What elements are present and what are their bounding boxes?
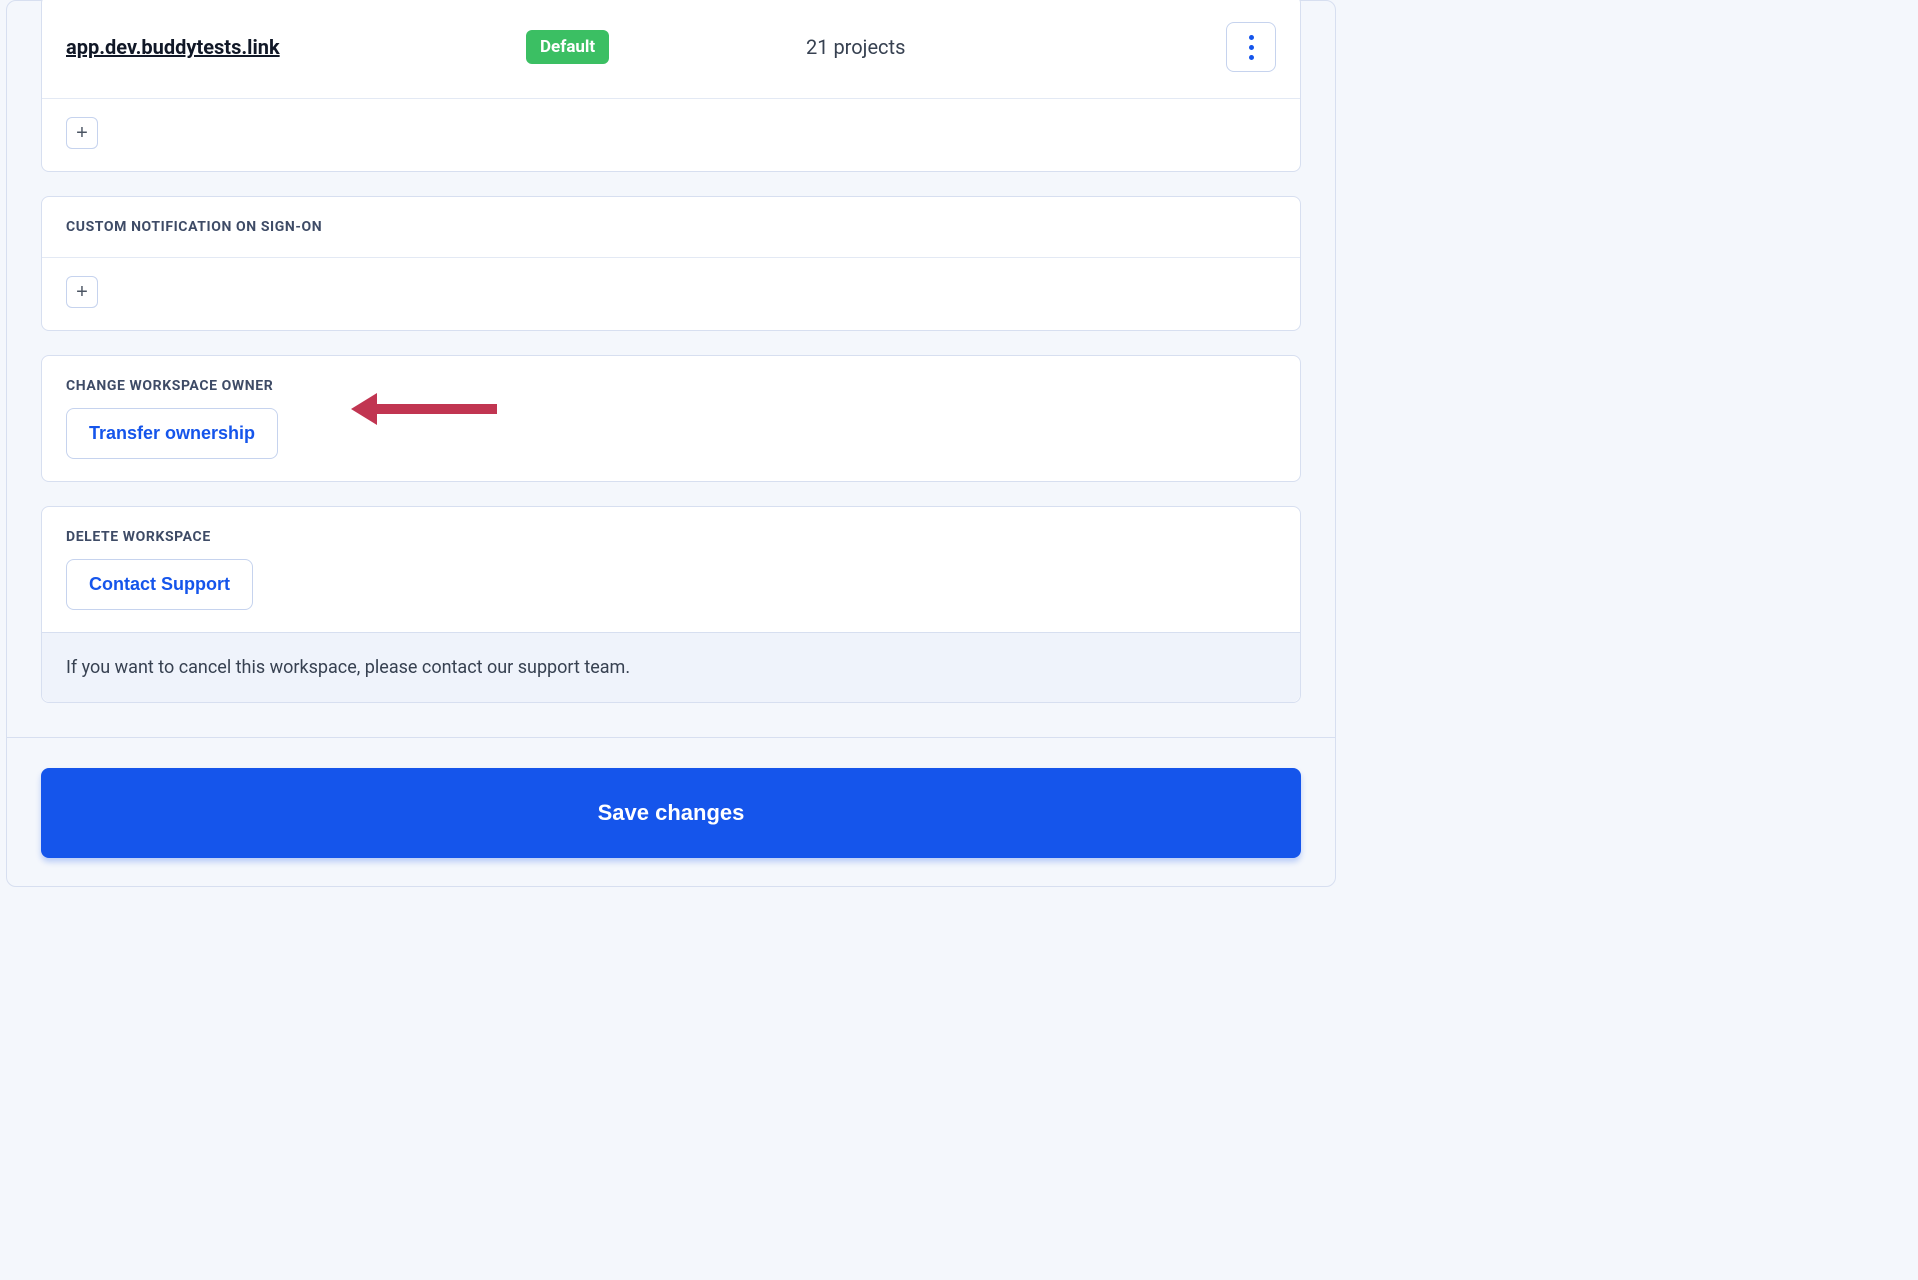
- custom-notification-card: CUSTOM NOTIFICATION ON SIGN-ON +: [41, 196, 1301, 331]
- projects-count: 21 projects: [806, 35, 1186, 59]
- plus-icon: +: [76, 122, 88, 145]
- domains-card: app.dev.buddytests.link Default 21 proje…: [41, 0, 1301, 172]
- settings-page: app.dev.buddytests.link Default 21 proje…: [6, 0, 1336, 887]
- domain-link[interactable]: app.dev.buddytests.link: [66, 35, 526, 59]
- save-changes-button[interactable]: Save changes: [41, 768, 1301, 858]
- change-owner-card: CHANGE WORKSPACE OWNER Transfer ownershi…: [41, 355, 1301, 482]
- card-header: CHANGE WORKSPACE OWNER: [42, 356, 1300, 408]
- add-notification-button[interactable]: +: [66, 276, 98, 308]
- card-body: Transfer ownership: [42, 408, 1300, 481]
- card-body: +: [42, 258, 1300, 330]
- default-badge: Default: [526, 30, 609, 64]
- contact-support-button[interactable]: Contact Support: [66, 559, 253, 610]
- card-header: CUSTOM NOTIFICATION ON SIGN-ON: [42, 197, 1300, 258]
- domain-actions-button[interactable]: [1226, 22, 1276, 72]
- transfer-ownership-button[interactable]: Transfer ownership: [66, 408, 278, 459]
- card-header: DELETE WORKSPACE: [42, 507, 1300, 559]
- domain-row: app.dev.buddytests.link Default 21 proje…: [42, 0, 1300, 99]
- delete-workspace-card: DELETE WORKSPACE Contact Support If you …: [41, 506, 1301, 703]
- add-domain-button[interactable]: +: [66, 117, 98, 149]
- delete-footer-note: If you want to cancel this workspace, pl…: [42, 632, 1300, 702]
- add-domain-row: +: [42, 99, 1300, 171]
- card-body: Contact Support: [42, 559, 1300, 632]
- kebab-icon: [1249, 35, 1254, 60]
- plus-icon: +: [76, 281, 88, 304]
- save-bar: Save changes: [7, 737, 1335, 858]
